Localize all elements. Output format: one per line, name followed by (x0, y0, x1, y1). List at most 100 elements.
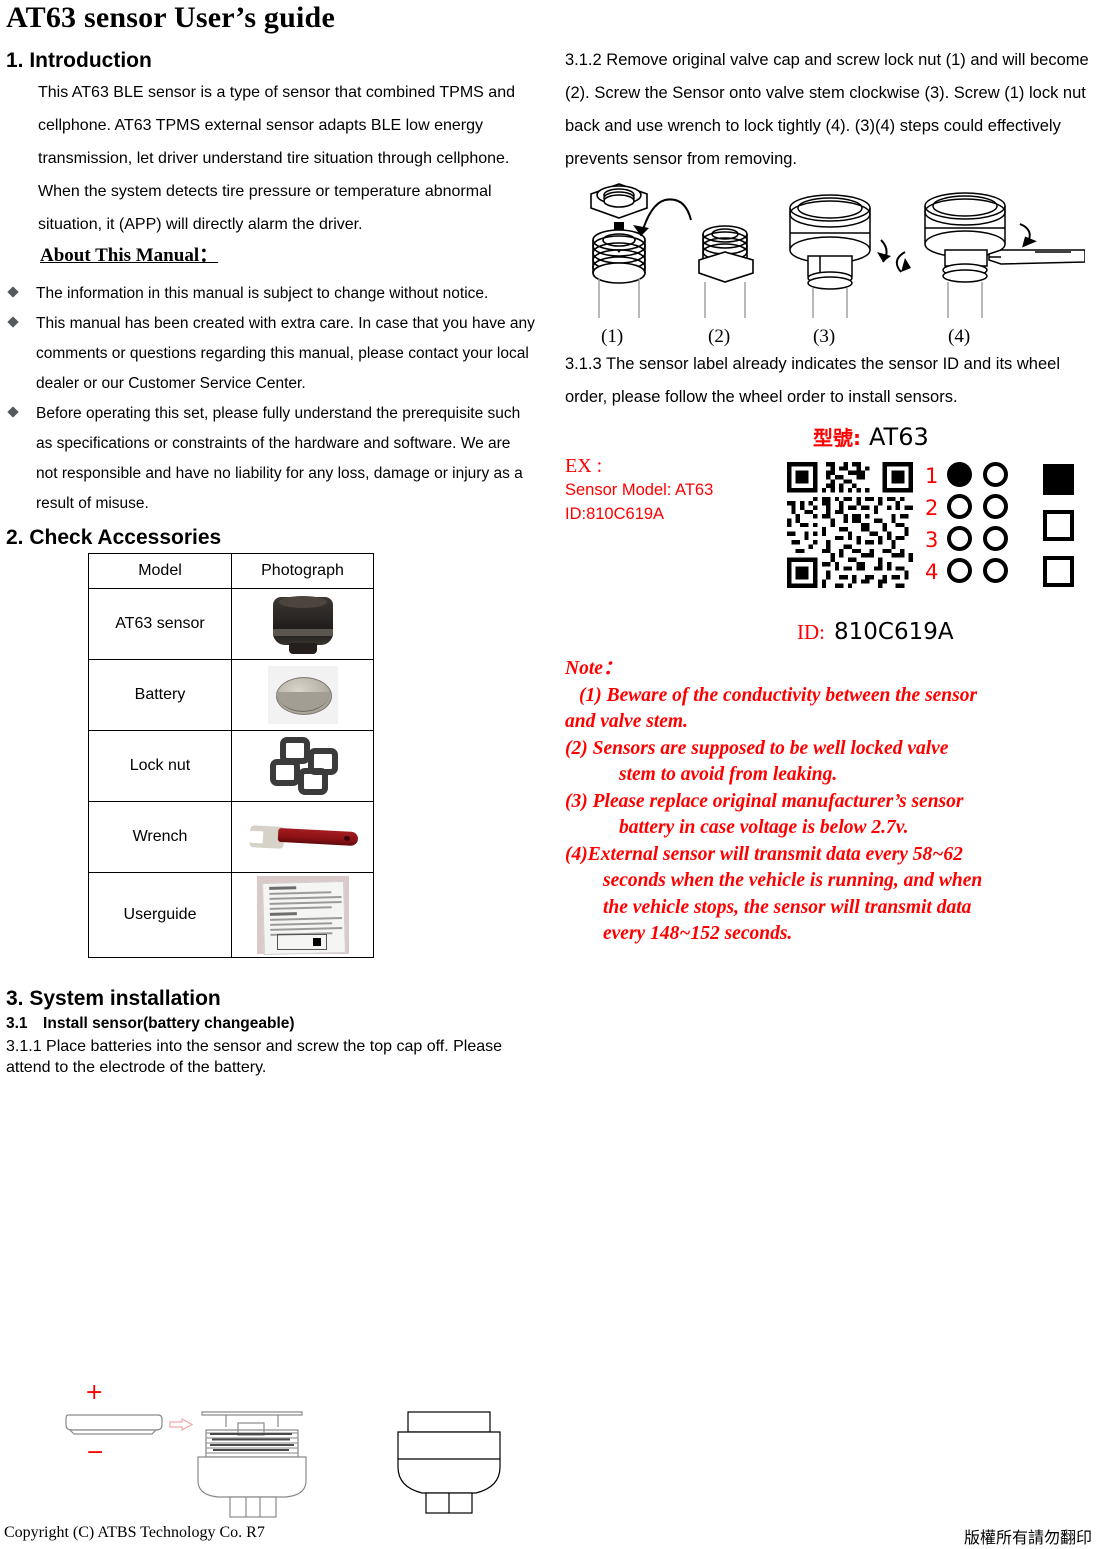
wheel-circle-filled (947, 462, 972, 487)
note-heading: Note： (565, 658, 623, 679)
wheel-order-grid: 1 2 3 4 (925, 462, 1035, 590)
note-item-3-line-2: battery in case voltage is below 2.7v. (619, 817, 909, 838)
table-header-row: Model Photograph (88, 553, 374, 589)
about-this-manual-heading: About This Manual： (40, 245, 219, 266)
step-3-1-1-text: 3.1.1 Place batteries into the sensor an… (6, 1038, 503, 1076)
table-row: Wrench (88, 801, 374, 873)
section-heading-introduction: 1. Introduction (6, 49, 152, 72)
battery-positive-label: + (85, 1380, 104, 1405)
qr-code-icon (787, 462, 913, 588)
label-id-key: ID: (797, 620, 825, 644)
label-model-key: 型號: (813, 426, 861, 450)
example-id-text: ID:810C619A (565, 505, 665, 523)
left-column: 1. Introduction This AT63 BLE sensor is … (0, 48, 548, 1078)
sensor-battery-figure: + − (30, 1375, 530, 1520)
sensor-label-example: 型號: AT63 EX : Sensor Model: AT63 ID:810C6… (565, 422, 1098, 654)
list-item: The information in this manual is subjec… (0, 279, 536, 309)
square-marker (1043, 510, 1074, 541)
accessory-name: Lock nut (88, 730, 232, 802)
table-row: Lock nut (88, 730, 374, 802)
installation-section: 3. System installation 3.1 Install senso… (0, 986, 548, 1078)
wheel-number-4: 4 (925, 560, 939, 584)
wrench-photo (244, 817, 362, 857)
wheel-number-3: 3 (925, 528, 939, 552)
wheel-circle (947, 526, 972, 551)
example-annotation: EX : Sensor Model: AT63 ID:810C619A (565, 454, 713, 526)
wheel-circle (983, 494, 1008, 519)
label-square-markers (1043, 464, 1077, 588)
valve-caption-2: (2) (708, 326, 731, 347)
step-3-1-2-text: 3.1.2 Remove original valve cap and scre… (565, 51, 1089, 168)
battery-photo (267, 666, 338, 724)
label-id-value: 810C619A (834, 619, 954, 645)
example-title: EX : (565, 455, 603, 477)
label-id-line: ID: 810C619A (797, 619, 954, 645)
wheel-circle (947, 494, 972, 519)
subsection-heading-install-sensor: 3.1 Install sensor(battery changeable) (6, 1015, 295, 1032)
accessories-section: 2. Check Accessories Model Photograph AT… (0, 525, 548, 958)
table-row: AT63 sensor (88, 588, 374, 660)
footer-notice-zh: 版權所有請勿翻印 (963, 1528, 1092, 1547)
accessory-name: Battery (88, 659, 232, 731)
table-row: Userguide (88, 872, 374, 958)
valve-installation-figure: (1) (2) (3) (4) (565, 178, 1086, 348)
accessory-photo-cell (231, 730, 374, 802)
accessory-name: Wrench (88, 801, 232, 873)
note-item-4-line-2: seconds when the vehicle is running, and… (603, 870, 983, 891)
step-3-1-3-text: 3.1.3 The sensor label already indicates… (565, 355, 1060, 406)
sensor-assembly-diagram (65, 1411, 501, 1518)
label-model-value: AT63 (869, 423, 929, 451)
accessory-photo-cell (231, 872, 374, 958)
valve-steps-diagram (590, 183, 1086, 318)
bullet-text: The information in this manual is subjec… (36, 285, 489, 302)
note-block: Note： (1) Beware of the conductivity bet… (565, 656, 1098, 948)
page-footer: Copyright (C) ATBS Technology Co. R7 版權所… (0, 1524, 1098, 1549)
diamond-bullet-icon (7, 406, 19, 418)
footer-copyright: Copyright (C) ATBS Technology Co. R7 (4, 1524, 265, 1541)
manual-bullet-list: The information in this manual is subjec… (0, 279, 548, 519)
table-row: Battery (88, 659, 374, 731)
accessory-photo-cell (231, 659, 374, 731)
note-item-4-line-3: the vehicle stops, the sensor will trans… (603, 896, 972, 918)
diamond-bullet-icon (7, 286, 19, 298)
wheel-row-4: 4 (925, 558, 1035, 588)
wheel-circle (947, 558, 972, 583)
sensor-photo (266, 593, 339, 655)
wheel-row-3: 3 (925, 526, 1035, 556)
accessory-photo-cell (231, 588, 374, 660)
valve-caption-3: (3) (813, 326, 836, 347)
note-item-4-line-1: (4)External sensor will transmit data ev… (565, 843, 963, 865)
column-header-photograph: Photograph (231, 553, 374, 589)
example-model-text: Sensor Model: AT63 (565, 481, 714, 499)
userguide-photo (256, 876, 349, 956)
battery-negative-label: − (86, 1440, 105, 1465)
label-model-line: 型號: AT63 (813, 422, 929, 451)
list-item: Before operating this set, please fully … (0, 399, 536, 519)
section-heading-installation: 3. System installation (6, 987, 221, 1010)
accessory-photo-cell (231, 801, 374, 873)
list-item: This manual has been created with extra … (0, 309, 536, 399)
document-page: AT63 sensor User’s guide 1. Introduction… (0, 0, 1098, 1549)
valve-caption-1: (1) (601, 326, 624, 347)
accessory-name: AT63 sensor (88, 588, 232, 660)
note-item-2-line-1: (2) Sensors are supposed to be well lock… (565, 737, 949, 759)
wheel-number-2: 2 (925, 496, 939, 520)
square-marker (1043, 556, 1074, 587)
section-heading-accessories: 2. Check Accessories (6, 526, 222, 549)
wheel-number-1: 1 (925, 464, 939, 488)
bullet-text: This manual has been created with extra … (36, 315, 535, 392)
bullet-text: Before operating this set, please fully … (36, 405, 523, 512)
wheel-row-1: 1 (925, 462, 1035, 492)
valve-caption-4: (4) (948, 326, 971, 347)
introduction-paragraph: This AT63 BLE sensor is a type of sensor… (38, 84, 515, 233)
right-column: 3.1.2 Remove original valve cap and scre… (565, 44, 1098, 948)
diamond-bullet-icon (7, 316, 19, 328)
note-item-3-line-1: (3) Please replace original manufacturer… (565, 790, 964, 812)
accessory-name: Userguide (88, 872, 232, 958)
note-item-4-line-4: every 148~152 seconds. (603, 923, 793, 944)
note-item-2-line-2: stem to avoid from leaking. (619, 764, 838, 785)
wheel-circle (983, 462, 1008, 487)
accessories-table: Model Photograph AT63 sensor Battery Loc… (88, 553, 374, 958)
note-item-1-line-2: and valve stem. (565, 711, 688, 732)
column-header-model: Model (88, 553, 232, 589)
